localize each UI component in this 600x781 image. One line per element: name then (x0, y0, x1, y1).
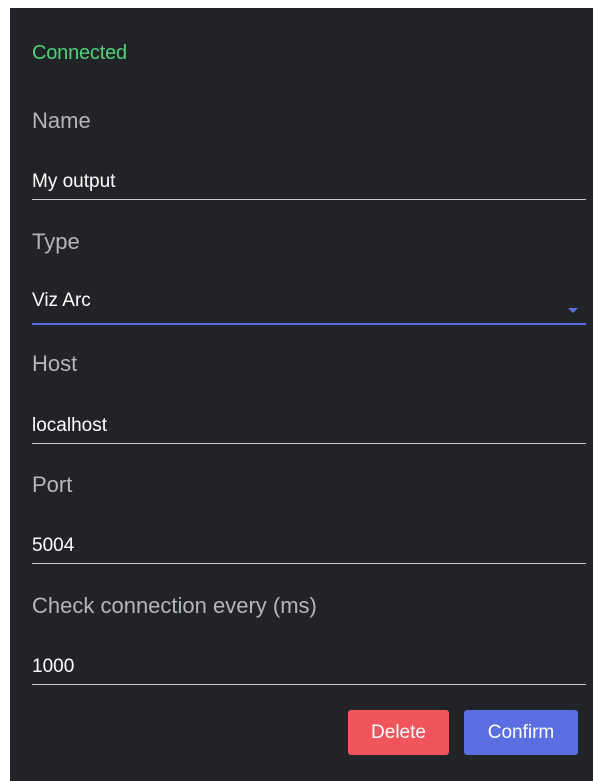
type-label: Type (32, 229, 80, 254)
name-label: Name (32, 108, 91, 133)
host-input[interactable] (32, 408, 586, 444)
confirm-button[interactable]: Confirm (464, 710, 578, 755)
port-label: Port (32, 472, 73, 497)
connection-status: Connected (32, 42, 127, 64)
type-select[interactable]: Viz Arc (32, 286, 586, 325)
interval-input[interactable] (32, 649, 586, 685)
delete-button[interactable]: Delete (348, 710, 449, 755)
name-input[interactable] (32, 164, 586, 200)
type-select-value: Viz Arc (32, 290, 91, 311)
output-settings-panel: Connected Name Type Viz Arc Host Port Ch… (10, 8, 593, 781)
port-input[interactable] (32, 528, 586, 564)
interval-label: Check connection every (ms) (32, 593, 317, 618)
chevron-down-icon (568, 308, 578, 313)
host-label: Host (32, 351, 78, 376)
